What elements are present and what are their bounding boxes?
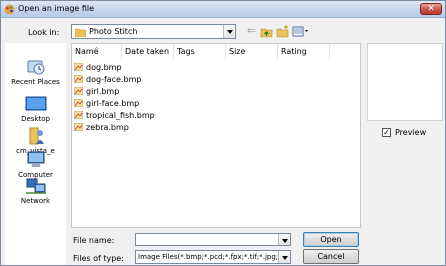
file-name: girl.bmp — [86, 87, 120, 96]
chevron-down-icon[interactable] — [278, 234, 290, 245]
place-label: Recent Places — [11, 78, 60, 86]
desktop-icon — [25, 96, 46, 111]
file-list[interactable]: ^ Name Date taken Tags Size Rating dog.b… — [71, 43, 361, 228]
preview-label: Preview — [395, 128, 427, 137]
preview-checkbox[interactable]: ✓ — [382, 128, 391, 137]
recent-places-icon — [27, 60, 44, 75]
sort-ascending-icon: ^ — [94, 47, 100, 54]
column-header-date-taken[interactable]: Date taken — [122, 44, 174, 59]
file-row-tropical-fish-bmp[interactable]: tropical_fish.bmp — [74, 110, 155, 122]
bitmap-file-icon — [74, 110, 83, 119]
open-file-dialog: Open an image file ✕ Look in: Photo Stit… — [0, 0, 446, 266]
file-name: zebra.bmp — [86, 123, 129, 132]
view-menu-icon[interactable] — [292, 25, 312, 38]
bitmap-file-icon — [74, 86, 83, 95]
title-bar[interactable]: Open an image file ✕ — [1, 1, 445, 18]
bitmap-file-icon — [74, 122, 83, 131]
file-row-zebra-bmp[interactable]: zebra.bmp — [74, 122, 129, 134]
place-recent-places[interactable]: Recent Places — [5, 58, 66, 86]
chevron-down-icon[interactable] — [278, 251, 290, 263]
file-row-girl-bmp[interactable]: girl.bmp — [74, 86, 119, 98]
bitmap-file-icon — [74, 62, 83, 71]
chevron-down-icon[interactable] — [223, 25, 235, 38]
place-computer[interactable]: Computer — [5, 151, 66, 179]
up-folder-icon[interactable] — [260, 25, 273, 38]
place-label: Desktop — [21, 115, 50, 123]
look-in-label: Look in: — [28, 28, 60, 37]
file-row-girl-face-bmp[interactable]: girl-face.bmp — [74, 98, 139, 110]
file-name: dog.bmp — [86, 63, 122, 72]
look-in-combobox[interactable]: Photo Stitch — [71, 24, 236, 39]
close-button[interactable]: ✕ — [420, 3, 442, 15]
place-desktop[interactable]: Desktop — [5, 95, 66, 123]
file-type-value: Image Files(*.bmp;*.pcd;*.fpx;*.tif;*.jp… — [138, 253, 290, 261]
file-row-dog-bmp[interactable]: dog.bmp — [74, 62, 122, 74]
file-name-label: File name: — [73, 236, 115, 245]
close-icon: ✕ — [427, 4, 435, 14]
look-in-value: Photo Stitch — [89, 27, 138, 36]
column-header-size[interactable]: Size — [226, 44, 278, 59]
column-header-tags[interactable]: Tags — [174, 44, 226, 59]
place-network[interactable]: Network — [5, 177, 66, 205]
open-button[interactable]: Open — [303, 232, 359, 247]
places-bar: Recent Places Desktop cm_vista_e Compute… — [5, 43, 66, 265]
computer-icon — [27, 151, 44, 167]
back-arrow-icon[interactable]: ⇐ — [245, 25, 258, 38]
place-label: Network — [20, 197, 51, 205]
column-header-name[interactable]: ^ Name — [72, 44, 122, 59]
file-name: girl-face.bmp — [86, 99, 140, 108]
file-name: tropical_fish.bmp — [86, 111, 155, 120]
network-icon — [25, 178, 46, 194]
paint-icon — [4, 4, 15, 15]
window-title: Open an image file — [18, 4, 95, 13]
file-row-dog-face-bmp[interactable]: dog-face.bmp — [74, 74, 141, 86]
file-name: dog-face.bmp — [86, 75, 142, 84]
cancel-button[interactable]: Cancel — [303, 249, 359, 264]
file-type-label: Files of type: — [73, 254, 124, 263]
file-type-combobox[interactable]: Image Files(*.bmp;*.pcd;*.fpx;*.tif;*.jp… — [135, 250, 291, 264]
checkmark-icon: ✓ — [383, 128, 390, 137]
user-folder-icon — [29, 127, 44, 145]
preview-pane — [367, 43, 443, 121]
file-name-field[interactable] — [135, 233, 291, 246]
bitmap-file-icon — [74, 74, 83, 83]
new-folder-icon[interactable] — [276, 25, 289, 38]
column-header-rating[interactable]: Rating — [278, 44, 330, 59]
bitmap-file-icon — [74, 98, 83, 107]
folder-icon — [75, 28, 86, 37]
